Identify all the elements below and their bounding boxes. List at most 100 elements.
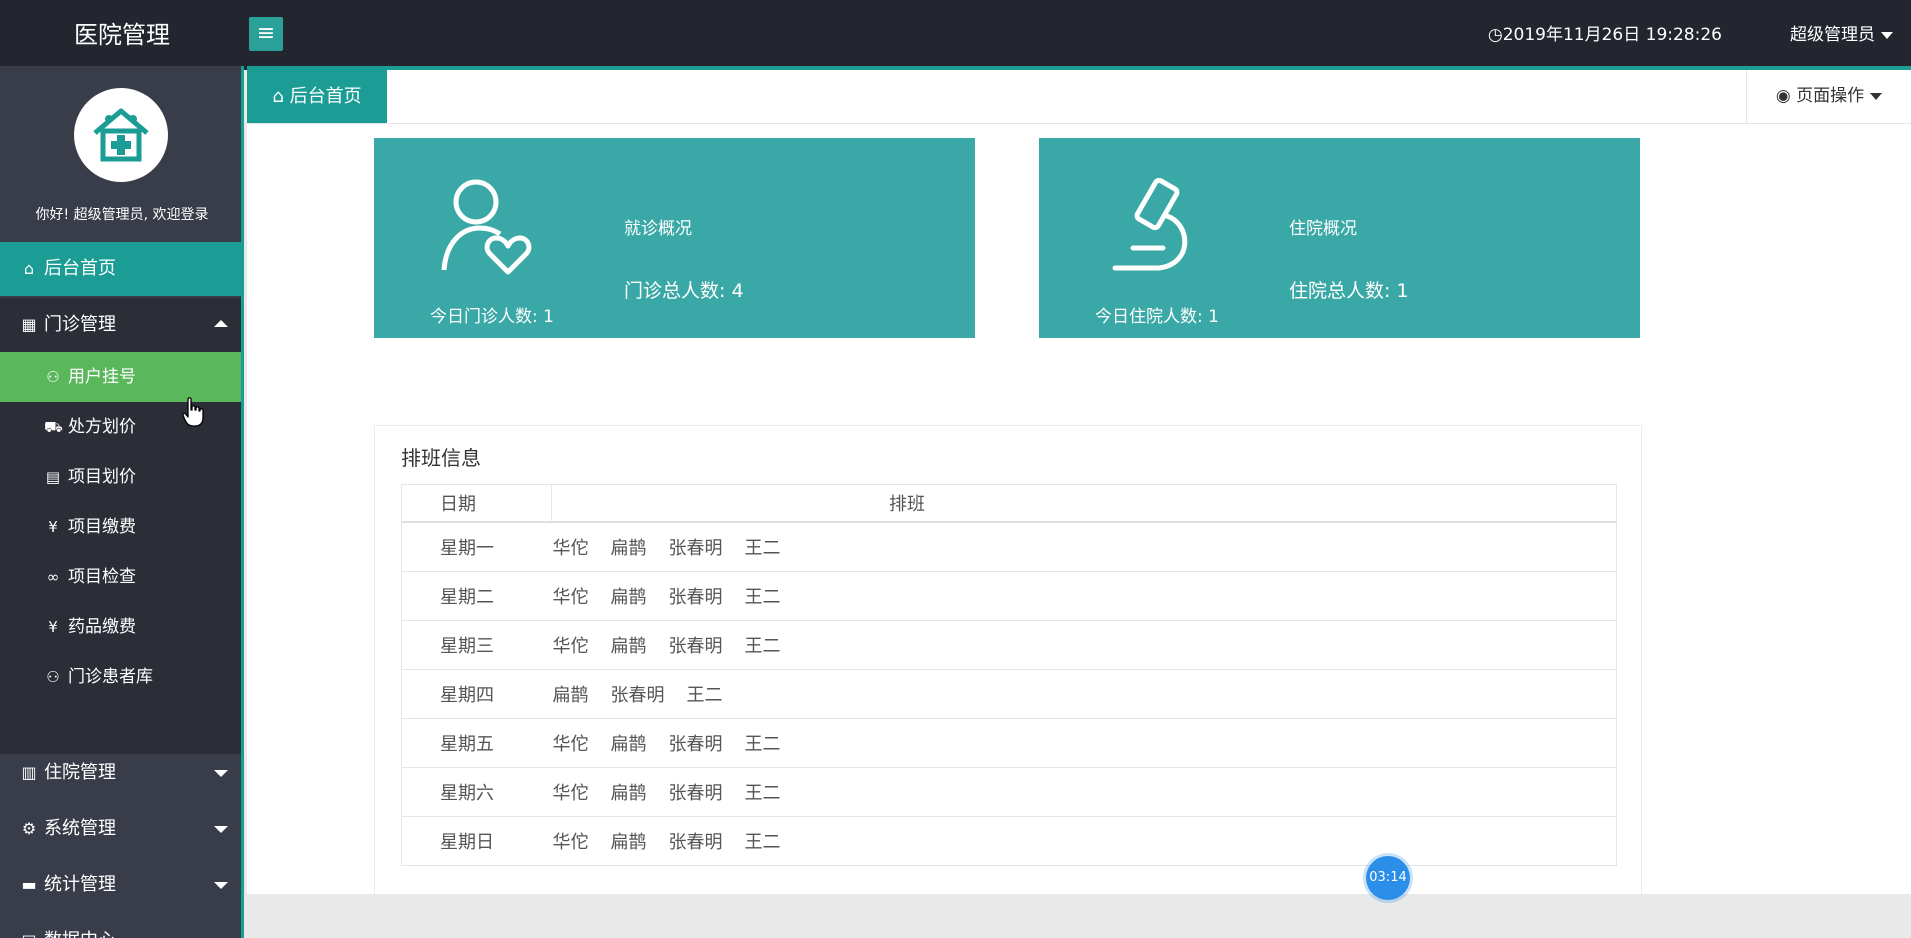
top-header: 医院管理 ≡ ◷2019年11月26日 19:28:26 超级管理员 bbox=[0, 0, 1911, 70]
sidebar-item-label: 项目缴费 bbox=[68, 517, 136, 537]
table-row: 星期四 扁鹊 张春明 王二 bbox=[401, 669, 1617, 719]
user-icon: ⚇ bbox=[46, 668, 60, 686]
patient-heart-icon bbox=[441, 179, 532, 275]
user-menu[interactable]: 超级管理员 bbox=[1790, 22, 1893, 48]
table-row: 星期二 华佗 扁鹊 张春明 王二 bbox=[401, 571, 1617, 621]
sidebar-item-label: 数据中心 bbox=[44, 930, 116, 938]
doctor-name: 扁鹊 bbox=[610, 538, 647, 559]
schedule-title: 排班信息 bbox=[401, 446, 481, 470]
sidebar: 你好! 超级管理员, 欢迎登录 ⌂ 后台首页 ▦ 门诊管理 ⚇ 用户挂号 ⛟ 处方划价 … bbox=[0, 66, 244, 938]
outpatient-total: 门诊总人数: 4 bbox=[624, 280, 744, 302]
sidebar-item-statistics[interactable]: ▬ 统计管理 bbox=[0, 858, 244, 912]
table-row: 星期一 华佗 扁鹊 张春明 王二 bbox=[401, 521, 1617, 572]
sidebar-subitem-item-payment[interactable]: ¥ 项目缴费 bbox=[0, 502, 244, 552]
doctor-name: 张春明 bbox=[668, 538, 723, 559]
tab-home[interactable]: ⌂ 后台首页 bbox=[247, 70, 387, 123]
sidebar-item-outpatient[interactable]: ▦ 门诊管理 bbox=[0, 298, 244, 352]
gear-icon: ⚙ bbox=[21, 819, 37, 838]
doctor-name: 扁鹊 bbox=[610, 832, 647, 853]
clock-text: 2019年11月26日 19:28:26 bbox=[1502, 25, 1722, 45]
doctor-name: 王二 bbox=[744, 734, 781, 755]
inpatient-total: 住院总人数: 1 bbox=[1289, 280, 1409, 302]
schedule-day: 星期六 bbox=[401, 767, 552, 817]
building-icon: ▥ bbox=[21, 763, 37, 782]
menu-toggle-button[interactable]: ≡ bbox=[249, 17, 283, 51]
doctor-name: 华佗 bbox=[552, 538, 589, 559]
doctor-name: 张春明 bbox=[668, 783, 723, 804]
doctor-name: 张春明 bbox=[668, 636, 723, 657]
monitor-icon: ▬ bbox=[21, 875, 37, 894]
sidebar-subitem-drug-payment[interactable]: ¥ 药品缴费 bbox=[0, 602, 244, 652]
doctor-name: 扁鹊 bbox=[610, 783, 647, 804]
tab-bar: ⌂ 后台首页 ◉ 页面操作 bbox=[247, 70, 1911, 124]
sidebar-subitem-prescription-pricing[interactable]: ⛟ 处方划价 bbox=[0, 402, 244, 452]
sidebar-item-home[interactable]: ⌂ 后台首页 bbox=[0, 242, 244, 296]
doctor-name: 华佗 bbox=[552, 587, 589, 608]
page-operations-menu[interactable]: ◉ 页面操作 bbox=[1746, 70, 1911, 123]
document-icon: ▤ bbox=[20, 914, 38, 938]
doctor-name: 张春明 bbox=[610, 685, 665, 706]
chevron-down-icon bbox=[214, 882, 228, 889]
sidebar-group-outpatient: ▦ 门诊管理 ⚇ 用户挂号 ⛟ 处方划价 ▤ 项目划价 ¥ 项目缴费 ∞ 项目检查 ¥ 药品缴… bbox=[0, 298, 244, 754]
recording-timer-badge[interactable]: 03:14 bbox=[1366, 856, 1410, 900]
chevron-down-icon bbox=[214, 770, 228, 777]
doctor-name: 扁鹊 bbox=[610, 587, 647, 608]
doctor-name: 华佗 bbox=[552, 734, 589, 755]
doctor-name: 扁鹊 bbox=[610, 636, 647, 657]
column-header-shift: 排班 bbox=[551, 484, 1617, 523]
infinity-icon: ∞ bbox=[46, 568, 60, 586]
table-header-row: 日期 排班 bbox=[401, 484, 1617, 523]
cart-icon: ⛟ bbox=[44, 418, 63, 436]
sidebar-item-system[interactable]: ⚙ 系统管理 bbox=[0, 802, 244, 856]
welcome-text: 你好! 超级管理员, 欢迎登录 bbox=[35, 207, 209, 223]
chevron-down-icon bbox=[214, 826, 228, 833]
sidebar-item-label: 项目划价 bbox=[68, 467, 136, 487]
sidebar-edge bbox=[241, 66, 244, 938]
yen-icon: ¥ bbox=[48, 618, 58, 636]
schedule-day: 星期一 bbox=[401, 521, 552, 572]
clock-display: ◷2019年11月26日 19:28:26 bbox=[1488, 22, 1722, 48]
sidebar-item-label: 统计管理 bbox=[44, 874, 116, 895]
clock-icon: ◷ bbox=[1487, 25, 1503, 45]
sidebar-item-label: 处方划价 bbox=[68, 417, 136, 437]
hand-cursor-icon bbox=[182, 397, 204, 427]
target-icon: ◉ bbox=[1775, 86, 1791, 106]
doctor-name: 张春明 bbox=[668, 832, 723, 853]
inpatient-card-title: 住院概况 bbox=[1289, 219, 1357, 239]
hamburger-icon: ≡ bbox=[256, 21, 276, 46]
sidebar-subitem-patient-library[interactable]: ⚇ 门诊患者库 bbox=[0, 652, 244, 702]
inpatient-summary-card: 今日住院人数: 1 住院概况 住院总人数: 1 bbox=[1039, 138, 1640, 338]
sidebar-item-inpatient[interactable]: ▥ 住院管理 bbox=[0, 746, 244, 800]
sidebar-subitem-item-pricing[interactable]: ▤ 项目划价 bbox=[0, 452, 244, 502]
schedule-doctors: 华佗 扁鹊 张春明 王二 bbox=[551, 767, 1617, 817]
schedule-day: 星期日 bbox=[401, 816, 552, 866]
schedule-table: 日期 排班 星期一 华佗 扁鹊 张春明 王二 星期二 华佗 扁鹊 张春明 王二 星期三 华佗 扁鹊 张春明… bbox=[401, 484, 1617, 866]
doctor-name: 张春明 bbox=[668, 734, 723, 755]
sidebar-item-label: 项目检查 bbox=[68, 567, 136, 587]
doctor-name: 王二 bbox=[744, 538, 781, 559]
sidebar-item-label: 住院管理 bbox=[44, 762, 116, 783]
doctor-name: 华佗 bbox=[552, 783, 589, 804]
home-icon: ⌂ bbox=[272, 86, 284, 107]
doctor-name: 王二 bbox=[744, 587, 781, 608]
hospital-icon bbox=[93, 108, 149, 162]
schedule-doctors: 华佗 扁鹊 张春明 王二 bbox=[551, 571, 1617, 621]
schedule-doctors: 华佗 扁鹊 张春明 王二 bbox=[551, 521, 1617, 572]
sidebar-item-label: 后台首页 bbox=[44, 258, 116, 279]
doctor-name: 王二 bbox=[686, 685, 723, 706]
sidebar-subitem-item-check[interactable]: ∞ 项目检查 bbox=[0, 552, 244, 602]
sidebar-subitem-register[interactable]: ⚇ 用户挂号 bbox=[0, 352, 244, 402]
profile-panel: 你好! 超级管理员, 欢迎登录 bbox=[0, 66, 244, 242]
grid-icon: ▦ bbox=[21, 315, 37, 334]
doctor-name: 华佗 bbox=[552, 636, 589, 657]
schedule-day: 星期三 bbox=[401, 620, 552, 670]
schedule-doctors: 华佗 扁鹊 张春明 王二 bbox=[551, 816, 1617, 866]
user-icon: ⚇ bbox=[46, 368, 60, 386]
doctor-name: 张春明 bbox=[668, 587, 723, 608]
sidebar-item-data-center[interactable]: ▤ 数据中心 bbox=[0, 914, 244, 938]
chevron-down-icon bbox=[1870, 92, 1883, 100]
document-icon: ▤ bbox=[45, 468, 61, 486]
yen-icon: ¥ bbox=[48, 518, 58, 536]
schedule-doctors: 华佗 扁鹊 张春明 王二 bbox=[551, 718, 1617, 768]
doctor-name: 扁鹊 bbox=[552, 685, 589, 706]
